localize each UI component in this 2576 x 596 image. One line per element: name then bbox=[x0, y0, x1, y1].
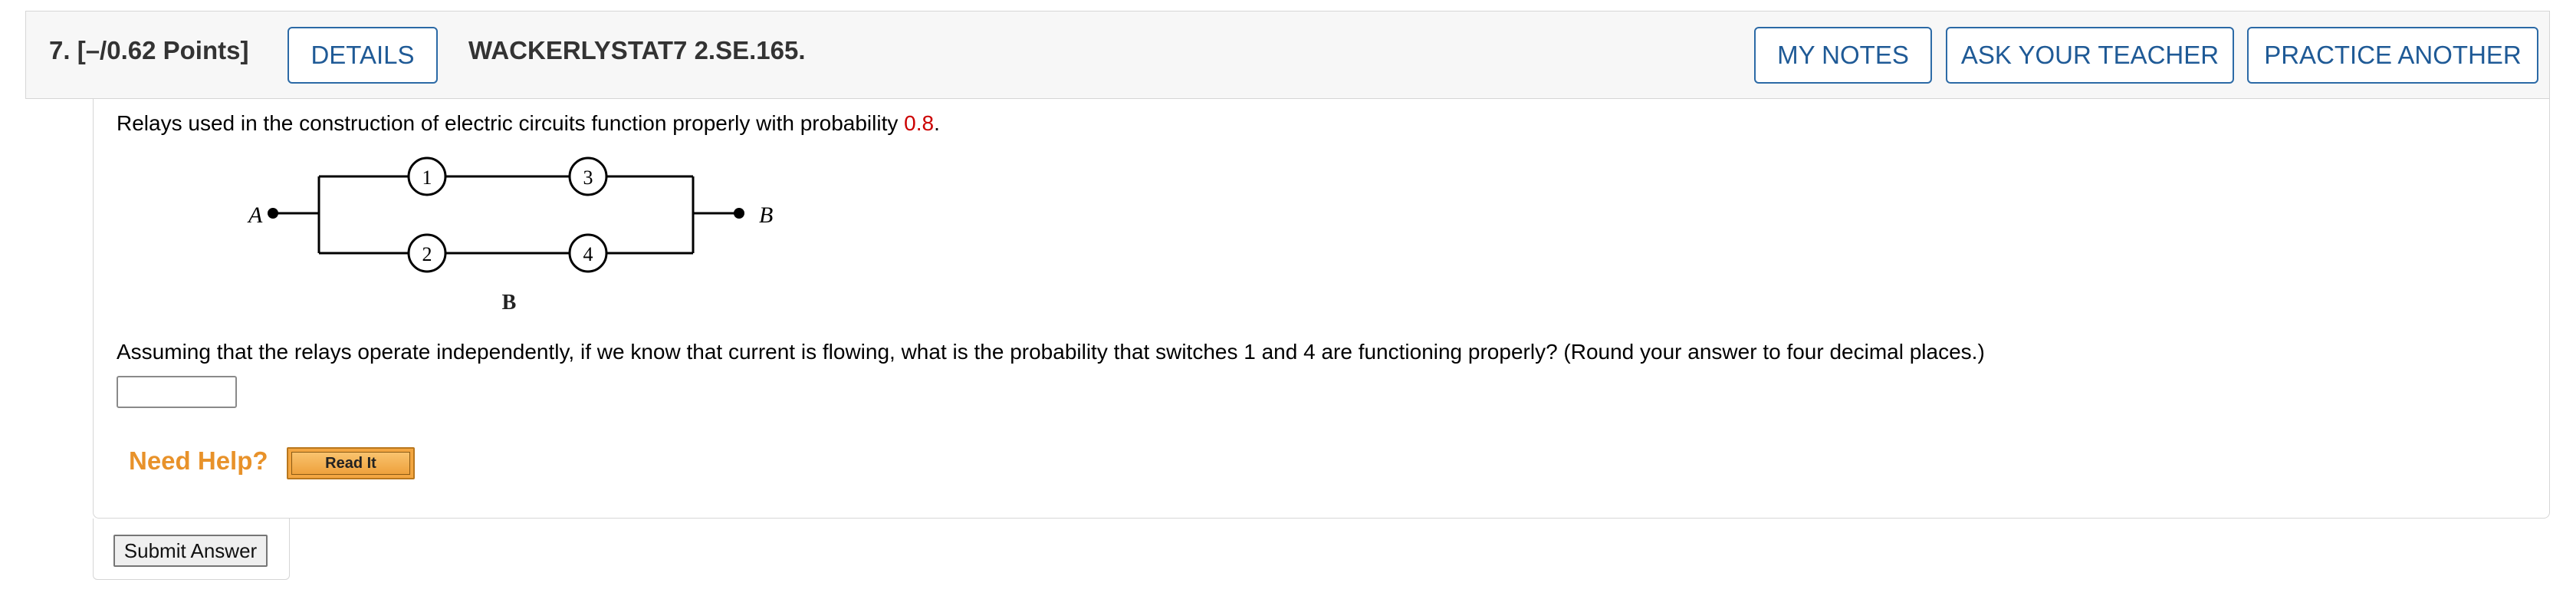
ask-your-teacher-button[interactable]: ASK YOUR TEACHER bbox=[1946, 27, 2234, 84]
question-code: WACKERLYSTAT7 2.SE.165. bbox=[468, 36, 806, 64]
submit-answer-button[interactable]: Submit Answer bbox=[113, 535, 268, 567]
practice-another-button[interactable]: PRACTICE ANOTHER bbox=[2247, 27, 2538, 84]
prompt-end: . bbox=[934, 111, 940, 135]
relay-1-label: 1 bbox=[422, 166, 432, 189]
read-it-label: Read It bbox=[291, 452, 410, 475]
terminal-b-dot bbox=[734, 208, 744, 219]
answer-input[interactable] bbox=[117, 376, 237, 408]
diagram-caption: B bbox=[502, 291, 517, 314]
terminal-a-dot bbox=[268, 208, 278, 219]
relay-2-label: 2 bbox=[422, 243, 432, 265]
question-header: 7. [–/0.62 Points] DETAILS WACKERLYSTAT7… bbox=[25, 11, 2550, 99]
details-button[interactable]: DETAILS bbox=[288, 27, 438, 84]
my-notes-button[interactable]: MY NOTES bbox=[1754, 27, 1932, 84]
terminal-b-label: B bbox=[759, 203, 773, 228]
question-number: 7. bbox=[49, 36, 71, 64]
prompt-text: Relays used in the construction of elect… bbox=[117, 111, 905, 135]
terminal-a-label: A bbox=[247, 203, 263, 228]
relay-3: 3 bbox=[568, 156, 608, 196]
relay-2: 2 bbox=[407, 233, 447, 273]
problem-prompt: Relays used in the construction of elect… bbox=[117, 111, 940, 136]
relay-circuit-diagram: A B 1 3 2 4 B bbox=[247, 156, 773, 314]
circuit-wires bbox=[273, 175, 739, 255]
probability-value: 0.8 bbox=[904, 111, 935, 135]
question-text: Assuming that the relays operate indepen… bbox=[117, 340, 1985, 364]
relay-3-label: 3 bbox=[583, 166, 593, 189]
relay-4-label: 4 bbox=[583, 243, 593, 265]
question-number-points: 7. [–/0.62 Points] bbox=[49, 36, 248, 65]
need-help-label: Need Help? bbox=[129, 446, 268, 475]
points-label: [–/0.62 Points] bbox=[77, 36, 249, 64]
read-it-button[interactable]: Read It bbox=[287, 447, 415, 479]
relay-4: 4 bbox=[568, 233, 608, 273]
relay-1: 1 bbox=[407, 156, 447, 196]
